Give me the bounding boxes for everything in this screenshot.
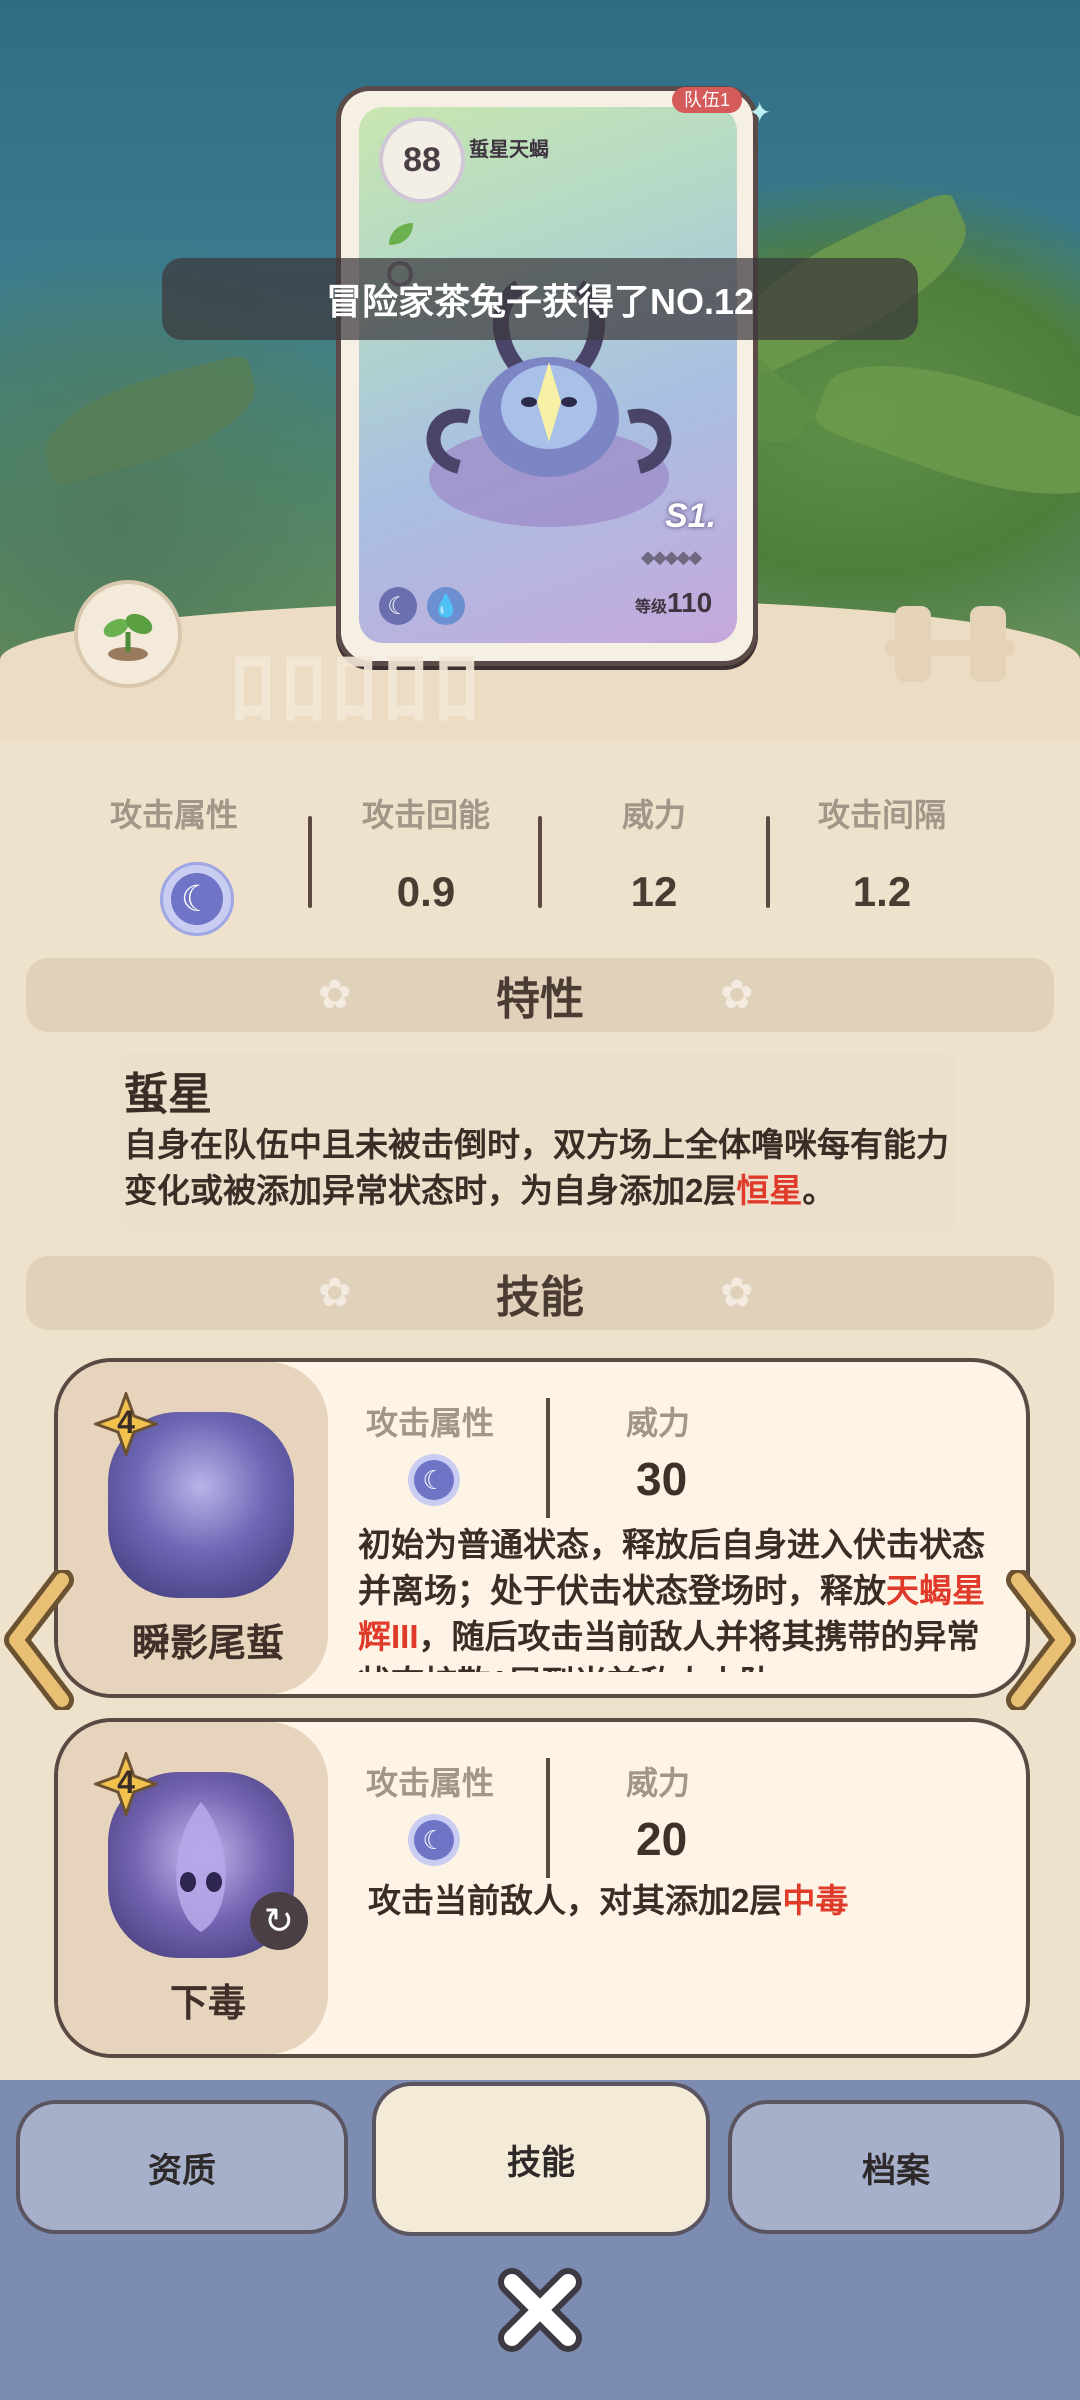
skill-card[interactable]: 4 瞬影尾蜇 攻击属性 ☾ 威力 30 初始为普通状态，释放后自身进入伏击状态并…: [54, 1358, 1030, 1698]
stat-label-attr: 攻击属性: [109, 797, 238, 833]
trait-section-title: 特性: [496, 975, 584, 1024]
trait-title: 蜇星: [124, 1070, 212, 1119]
stat-divider: [308, 816, 312, 908]
fence-rail: [885, 640, 1015, 656]
moon-icon: ☾: [408, 1454, 460, 1506]
skill-card[interactable]: ↻ 4 下毒 攻击属性 ☾ 威力 20 攻击当前敌人，对其添加2层中毒: [54, 1718, 1030, 2058]
creature-card[interactable]: 88 蜇星天蝎 S1. ◆◆◆◆◆ ☾ 💧 等级110: [336, 86, 758, 666]
close-icon[interactable]: [492, 2262, 588, 2358]
stat-value-energy: 0.9: [396, 868, 456, 915]
skill-level-badge: 4: [91, 1749, 161, 1819]
skill-section-title: 技能: [496, 1273, 584, 1322]
skill-divider: [546, 1758, 550, 1878]
skill-description: 初始为普通状态，释放后自身进入伏击状态并离场；处于伏击状态登场时，释放天蝎星辉I…: [358, 1526, 985, 1672]
stat-label-energy: 攻击回能: [361, 797, 490, 833]
sparkle-icon: ✦: [748, 97, 772, 128]
stats-row: 攻击属性 ☾ 攻击回能 0.9 威力 12 攻击间隔 1.2: [86, 790, 996, 936]
refresh-icon: ↻: [250, 1892, 308, 1950]
skill-attr-label: 攻击属性: [366, 1765, 495, 1801]
trait-description: 自身在队伍中且未被击倒时，双方场上全体噜咪每有能力变化或被添加异常状态时，为自身…: [124, 1126, 949, 1209]
trait-section-header: 特性: [26, 958, 1054, 1032]
skill-power-label: 威力: [626, 1405, 691, 1441]
team-tag: 队伍1: [672, 86, 743, 113]
flower-icon: ✿: [720, 1271, 754, 1315]
skill-name: 下毒: [169, 1983, 246, 2025]
card-level: 等级110: [635, 587, 713, 618]
tab-aptitude[interactable]: 资质: [16, 2100, 348, 2234]
stat-divider: [538, 816, 542, 908]
acquire-toast: 冒险家茶兔子获得了NO.12: [162, 258, 918, 340]
skill-name: 瞬影尾蜇: [131, 1623, 284, 1665]
skill-section-header: 技能: [26, 1256, 1054, 1330]
skill-power-value: 30: [636, 1453, 688, 1505]
flower-icon: ✿: [318, 1271, 352, 1315]
card-name: 蜇星天蝎: [469, 139, 549, 161]
prev-arrow-icon[interactable]: [4, 1570, 74, 1710]
card-level-badge: 88: [379, 117, 465, 203]
skill-divider: [546, 1398, 550, 1518]
stat-divider: [766, 816, 770, 908]
moon-icon: ☾: [160, 862, 234, 936]
skill-description: 攻击当前敌人，对其添加2层中毒: [368, 1882, 849, 1919]
stat-value-power: 12: [630, 868, 678, 915]
skill-power-value: 20: [636, 1813, 688, 1865]
sprout-icon: [103, 613, 153, 661]
trait-box: 蜇星 自身在队伍中且未被击倒时，双方场上全体噜咪每有能力变化或被添加异常状态时，…: [120, 1052, 956, 1232]
next-arrow-icon[interactable]: [1006, 1570, 1076, 1710]
card-artwork: 88 蜇星天蝎 S1. ◆◆◆◆◆ ☾ 💧 等级110: [359, 107, 737, 643]
skill-level-badge: 4: [91, 1389, 161, 1459]
flower-icon: ✿: [318, 973, 352, 1017]
card-rank: S1.: [665, 497, 717, 535]
ground-decoration: ﾛ︎ﾛ︎ﾛ︎ﾛ︎ﾛ︎: [230, 639, 485, 739]
card-stars: ◆◆◆◆◆: [641, 547, 702, 567]
tab-skills[interactable]: 技能: [372, 2082, 710, 2236]
skill-attr-label: 攻击属性: [366, 1405, 495, 1441]
stat-value-interval: 1.2: [852, 868, 912, 915]
stat-label-power: 威力: [621, 797, 686, 833]
tab-archive[interactable]: 档案: [728, 2100, 1064, 2234]
stat-label-interval: 攻击间隔: [817, 797, 946, 833]
flower-icon: ✿: [720, 973, 754, 1017]
skill-power-label: 威力: [626, 1765, 691, 1801]
moon-icon: ☾: [408, 1814, 460, 1866]
sprout-button[interactable]: [74, 580, 182, 688]
leaf-element-icon: [389, 223, 413, 245]
